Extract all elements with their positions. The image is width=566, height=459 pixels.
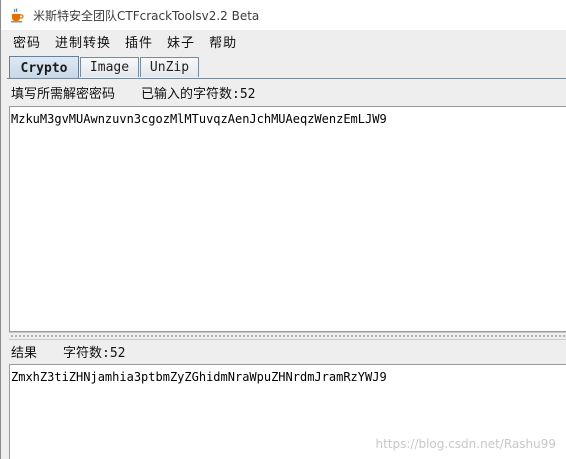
output-char-count: 字符数:52 [63,345,126,361]
tab-crypto[interactable]: Crypto [9,56,79,79]
app-window: 米斯特安全团队CTFcrackToolsv2.2 Beta 密码 进制转换 插件… [0,0,566,459]
menu-crypto[interactable]: 密码 [13,32,41,51]
output-label: 结果 [11,345,38,361]
menu-girls[interactable]: 妹子 [167,32,195,51]
tab-image[interactable]: Image [80,57,139,77]
tab-panel-border [7,78,566,79]
tab-strip: Crypto Image UnZip [1,56,566,79]
java-cup-icon [9,7,25,23]
window-title: 米斯特安全团队CTFcrackToolsv2.2 Beta [33,8,260,23]
input-label-row: 填写所需解密密码 已输入的字符数:52 [11,81,256,103]
split-pane-divider[interactable] [9,332,566,340]
menu-base-conversion[interactable]: 进制转换 [55,32,111,51]
ciphertext-input[interactable]: MzkuM3gvMUAwnzuvn3cgozMlMTuvqzAenJchMUAe… [9,106,566,332]
watermark: https://blog.csdn.net/Rashu99 [375,437,556,451]
menu-plugins[interactable]: 插件 [125,32,153,51]
tab-unzip[interactable]: UnZip [140,57,199,77]
input-label: 填写所需解密密码 [11,86,116,102]
menu-bar: 密码 进制转换 插件 妹子 帮助 [1,30,566,53]
input-char-count: 已输入的字符数:52 [141,86,256,102]
menu-help[interactable]: 帮助 [209,32,237,51]
output-label-row: 结果 字符数:52 [11,340,126,362]
title-bar[interactable]: 米斯特安全团队CTFcrackToolsv2.2 Beta [1,0,566,30]
